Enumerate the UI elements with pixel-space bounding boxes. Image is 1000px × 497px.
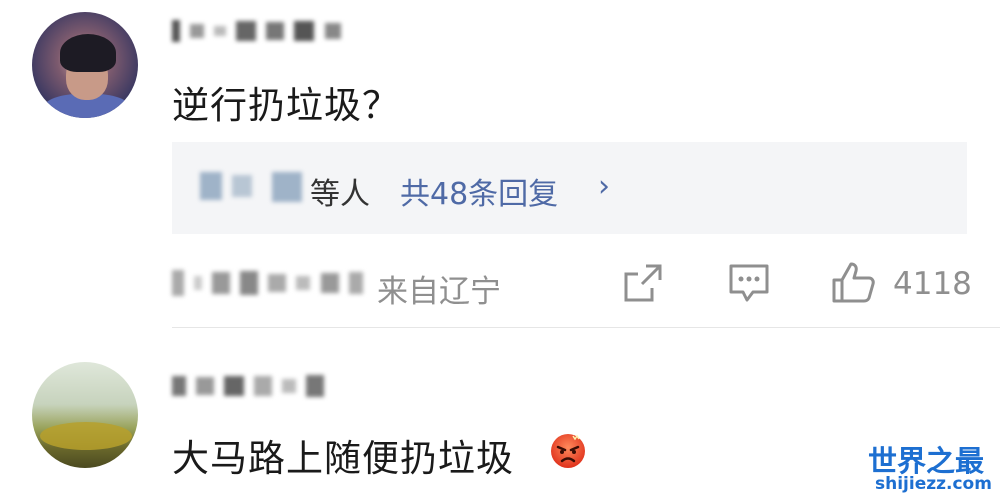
reply-user-blurred [272, 172, 307, 202]
reply-users-suffix: 等人 [310, 177, 370, 212]
avatar[interactable] [32, 362, 138, 468]
avatar[interactable] [32, 12, 138, 118]
timestamp-blurred [172, 270, 368, 296]
comment-text: 逆行扔垃圾？ [172, 84, 400, 127]
like-count: 4118 [893, 266, 972, 302]
chevron-right-icon[interactable]: › [598, 169, 610, 204]
watermark-url: shijiezz.com [875, 474, 992, 494]
location-label: 来自辽宁 [377, 274, 501, 310]
comment-icon[interactable] [727, 262, 771, 304]
reply-user-blurred [200, 172, 257, 200]
angry-emoji-icon [551, 434, 585, 468]
username-blurred[interactable] [172, 375, 329, 397]
avatar-moss [40, 422, 132, 450]
username-blurred[interactable] [172, 20, 346, 42]
avatar-hair [60, 34, 116, 72]
view-replies-link[interactable]: 共48条回复 [400, 169, 558, 213]
share-icon[interactable] [622, 262, 664, 304]
divider [172, 327, 1000, 328]
like-icon[interactable] [831, 260, 877, 304]
comment-text: 大马路上随便扔垃圾 [172, 437, 514, 480]
